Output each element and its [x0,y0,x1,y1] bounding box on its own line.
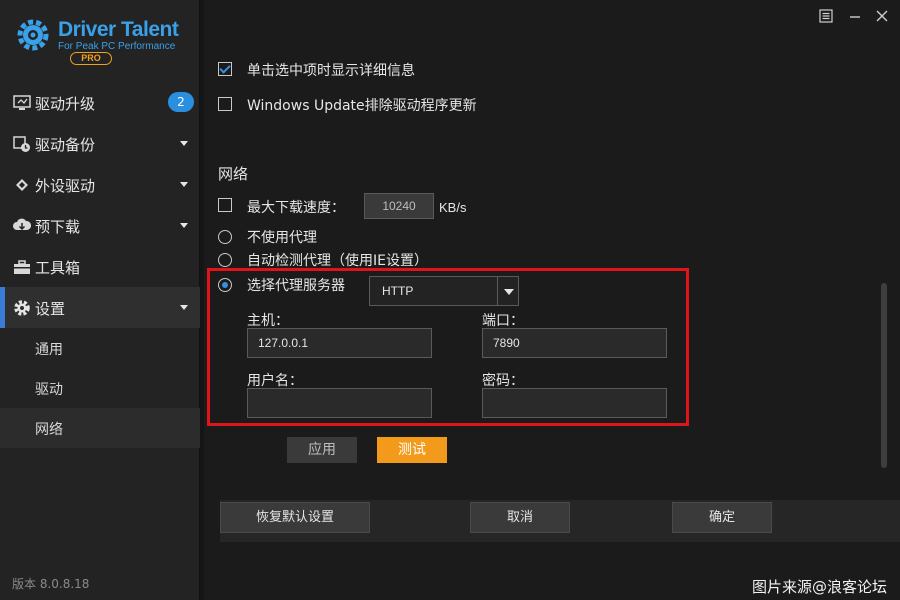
sidebar-item-toolbox[interactable]: 工具箱 [0,246,200,287]
cancel-button[interactable]: 取消 [470,502,570,533]
app-logo: Driver Talent For Peak PC Performance PR… [14,14,194,70]
scrollbar-thumb[interactable] [881,283,887,468]
max-speed-checkbox[interactable] [218,198,232,212]
exclude-windows-update-checkbox[interactable] [218,97,232,111]
max-speed-label: 最大下载速度： [247,200,345,216]
apply-button[interactable]: 应用 [287,437,357,463]
sidebar-subitem-network[interactable]: 网络 [0,408,200,448]
sidebar-subitem-label: 网络 [35,422,63,438]
auto-proxy-label: 自动检测代理（使用IE设置） [247,253,428,269]
logo-title: Driver Talent [58,18,179,41]
sidebar-item-driver-update[interactable]: 驱动升级 2 [0,82,200,123]
sidebar-divider [200,0,204,600]
gear-logo-icon [17,19,49,51]
close-icon[interactable] [872,6,892,26]
test-button[interactable]: 测试 [377,437,447,463]
toolbox-icon [14,260,30,274]
backup-icon [13,136,30,152]
usb-icon [16,179,28,191]
chevron-down-icon [180,141,188,146]
update-count-badge: 2 [168,92,194,112]
restore-defaults-button[interactable]: 恢复默认设置 [220,502,370,533]
network-heading: 网络 [218,165,249,183]
sidebar-item-label: 外设驱动 [35,177,96,195]
pro-badge: PRO [70,52,112,65]
source-watermark: 图片来源@浪客论坛 [752,578,888,596]
no-proxy-radio[interactable] [218,230,232,244]
sidebar-subitem-driver[interactable]: 驱动 [0,368,200,408]
sidebar-subitem-label: 通用 [35,342,63,358]
active-indicator [0,287,5,328]
logo-subtitle: For Peak PC Performance [58,41,176,52]
sidebar-item-label: 预下载 [35,218,81,236]
ok-button[interactable]: 确定 [672,502,772,533]
chevron-down-icon [180,305,188,310]
auto-proxy-radio[interactable] [218,253,232,267]
sidebar-item-label: 设置 [35,300,66,318]
sidebar-item-settings[interactable]: 设置 [0,287,200,328]
sidebar-item-label: 驱动备份 [35,136,96,154]
sidebar: Driver Talent For Peak PC Performance PR… [0,0,200,600]
sidebar-subitem-general[interactable]: 通用 [0,328,200,368]
show-details-label: 单击选中项时显示详细信息 [247,63,415,79]
chevron-down-icon [180,182,188,187]
show-details-checkbox[interactable] [218,62,232,76]
sidebar-item-pre-download[interactable]: 预下载 [0,205,200,246]
proxy-highlight-box [207,268,689,426]
sidebar-item-label: 驱动升级 [35,95,96,113]
exclude-windows-update-label: Windows Update排除驱动程序更新 [247,98,477,114]
sidebar-item-driver-backup[interactable]: 驱动备份 [0,123,200,164]
monitor-icon [13,95,31,110]
no-proxy-label: 不使用代理 [247,230,317,246]
chevron-down-icon [180,223,188,228]
minimize-icon[interactable] [845,6,865,26]
version-label: 版本 8.0.8.18 [12,577,90,591]
menu-icon[interactable] [816,6,836,26]
max-speed-input[interactable]: 10240 [364,193,434,219]
sidebar-item-peripheral-drivers[interactable]: 外设驱动 [0,164,200,205]
sidebar-subitem-label: 驱动 [35,382,63,398]
sidebar-item-label: 工具箱 [35,259,81,277]
cloud-download-icon [13,218,31,231]
speed-unit-label: KB/s [439,200,467,215]
gear-icon [14,300,30,316]
